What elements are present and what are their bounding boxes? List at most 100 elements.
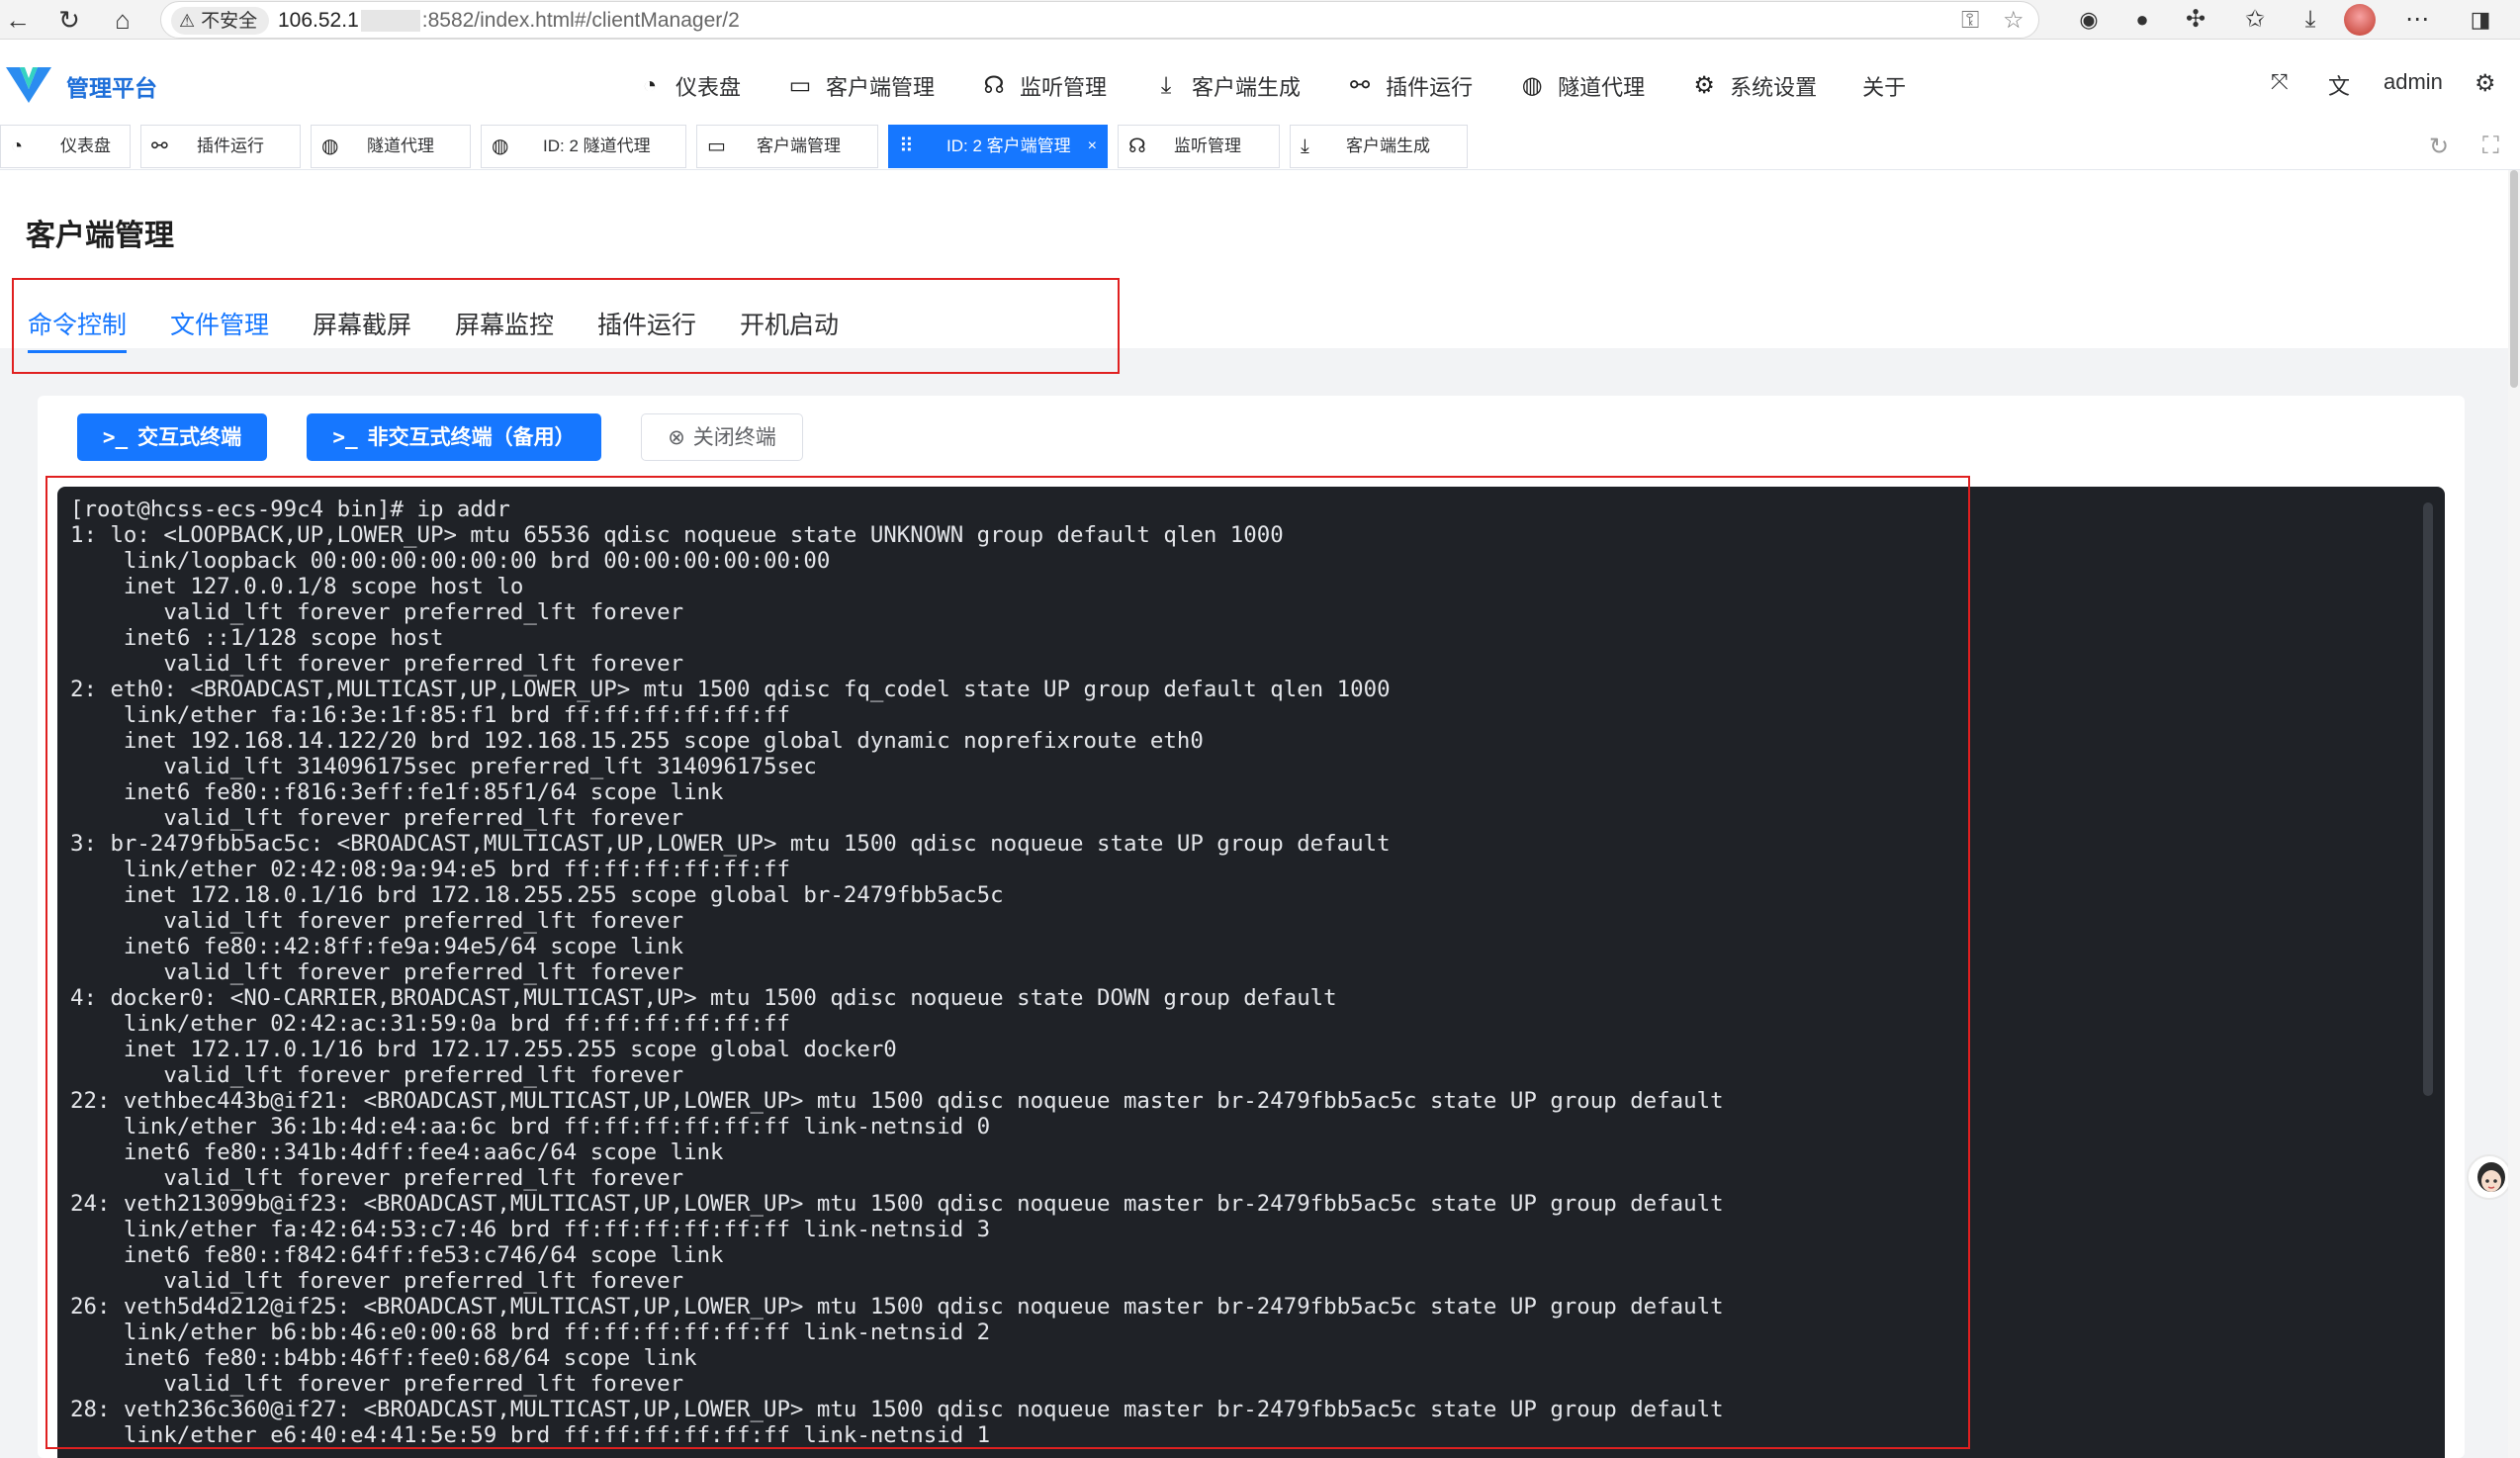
terminal-line: [root@hcss-ecs-99c4 bin]# ip addr: [70, 497, 510, 522]
profile-extension-icon[interactable]: ◉: [2073, 4, 2105, 36]
client-subtabs: 命令控制 文件管理 屏幕截屏 屏幕监控 插件运行 开机启动: [12, 278, 1120, 374]
tag-label: 插件运行: [197, 137, 264, 155]
tag-listener-manager[interactable]: ☊ 监听管理: [1118, 125, 1280, 168]
subtab-startup[interactable]: 开机启动: [740, 306, 839, 341]
translate-icon[interactable]: 文: [2328, 69, 2350, 101]
terminal-line: link/ether 02:42:ac:31:59:0a brd ff:ff:f…: [70, 1011, 790, 1037]
gear-icon: ⚙: [1693, 72, 1715, 99]
assistant-avatar[interactable]: [2467, 1154, 2512, 1200]
tag-label: 客户端生成: [1346, 137, 1430, 155]
terminal-line: valid_lft forever preferred_lft forever: [70, 599, 684, 625]
profile-avatar[interactable]: [2344, 4, 2376, 36]
terminal-line: valid_lft forever preferred_lft forever: [70, 908, 684, 934]
page-title: 客户端管理: [26, 220, 174, 252]
subtab-plugin-run[interactable]: 插件运行: [597, 306, 696, 341]
refresh-icon[interactable]: ↻: [2429, 133, 2449, 161]
monitor-icon: ▭: [707, 136, 726, 157]
url-redaction: [360, 10, 420, 33]
security-badge[interactable]: ⚠ 不安全: [171, 7, 270, 35]
tag-tunnel-proxy-id2[interactable]: ◍ ID: 2 隧道代理: [481, 125, 686, 168]
interactive-terminal-button[interactable]: >_ 交互式终端: [77, 413, 267, 461]
subtab-command-control[interactable]: 命令控制: [28, 306, 128, 353]
close-terminal-button[interactable]: ⊗ 关闭终端: [641, 413, 803, 461]
logo-icon: [6, 67, 51, 103]
nav-about[interactable]: 关于: [1862, 40, 1906, 132]
terminal-line: inet 172.18.0.1/16 brd 172.18.255.255 sc…: [70, 882, 1004, 908]
terminal-line: valid_lft forever preferred_lft forever: [70, 1062, 684, 1088]
tag-client-generate[interactable]: ⤓ 客户端生成: [1290, 125, 1468, 168]
home-icon[interactable]: ⌂: [107, 4, 138, 36]
user-name[interactable]: admin: [2384, 69, 2443, 95]
extension-icon[interactable]: ●: [2126, 4, 2158, 36]
grip-icon: ⠿: [899, 136, 914, 157]
more-icon[interactable]: ⋯: [2401, 4, 2433, 36]
terminal-line: link/ether 02:42:08:9a:94:e5 brd ff:ff:f…: [70, 857, 790, 882]
address-bar[interactable]: ⚠ 不安全 106.52.1:8582/index.html#/clientMan…: [160, 1, 2039, 39]
app-title: 管理平台: [66, 75, 157, 101]
tag-client-manager[interactable]: ▭ 客户端管理: [696, 125, 878, 168]
downloads-icon[interactable]: ⤓: [2295, 4, 2326, 36]
terminal-line: link/ether e6:40:e4:41:5e:59 brd ff:ff:f…: [70, 1422, 991, 1448]
terminal-line: inet6 fe80::f816:3eff:fe1f:85f1/64 scope…: [70, 779, 724, 805]
globe-icon: ◍: [492, 136, 509, 157]
nav-label: 关于: [1862, 74, 1907, 100]
tag-label: 隧道代理: [367, 137, 434, 155]
tag-plugin-run[interactable]: ⚯ 插件运行: [140, 125, 301, 168]
tag-label: 仪表盘: [60, 137, 111, 155]
subtab-screen-monitor[interactable]: 屏幕监控: [455, 306, 554, 341]
maximize-icon[interactable]: ⛶: [2482, 133, 2499, 160]
nav-tunnel-proxy[interactable]: ◍ 隧道代理: [1518, 40, 1646, 132]
terminal-line: valid_lft forever preferred_lft forever: [70, 651, 684, 677]
puzzle-icon[interactable]: ✣: [2180, 4, 2211, 36]
reload-icon[interactable]: ↻: [53, 4, 85, 36]
nav-listener-manager[interactable]: ☊ 监听管理: [980, 40, 1107, 132]
terminal-line: valid_lft forever preferred_lft forever: [70, 1165, 684, 1191]
terminal-text: [root@hcss-ecs-99c4 bin]# ip addr 1: lo: …: [70, 497, 1724, 1448]
nav-label: 插件运行: [1386, 74, 1474, 100]
url-text[interactable]: 106.52.1:8582/index.html#/clientManager/…: [278, 2, 740, 40]
tag-client-manager-id2[interactable]: ⠿ ID: 2 客户端管理 ×: [888, 125, 1108, 168]
nav-dashboard[interactable]: ◔ 仪表盘: [636, 40, 741, 132]
non-interactive-terminal-button[interactable]: >_ 非交互式终端（备用）: [307, 413, 601, 461]
close-tag-icon[interactable]: ×: [1088, 126, 1097, 167]
back-icon[interactable]: ←: [2, 4, 34, 36]
favorites-icon[interactable]: ✩: [2239, 4, 2271, 36]
page-scrollbar-thumb[interactable]: [2510, 170, 2518, 388]
terminal-line: valid_lft 314096175sec preferred_lft 314…: [70, 754, 817, 779]
globe-icon: ◍: [321, 136, 339, 157]
nav-client-manager[interactable]: ▭ 客户端管理: [786, 40, 935, 132]
fullscreen-icon[interactable]: ⤧: [2271, 69, 2289, 95]
tag-label: 监听管理: [1174, 137, 1241, 155]
terminal-line: link/loopback 00:00:00:00:00:00 brd 00:0…: [70, 548, 831, 574]
key-icon[interactable]: ⚿: [1961, 6, 1979, 36]
globe-icon: ◍: [1521, 72, 1543, 99]
security-label: 不安全: [201, 11, 258, 32]
headphones-icon: ☊: [1128, 136, 1146, 157]
star-icon[interactable]: ☆: [2003, 6, 2025, 36]
terminal-output[interactable]: [root@hcss-ecs-99c4 bin]# ip addr 1: lo: …: [57, 487, 2445, 1458]
tag-dashboard[interactable]: ◔ 仪表盘: [0, 125, 131, 168]
terminal-line: inet 192.168.14.122/20 brd 192.168.15.25…: [70, 728, 1204, 754]
terminal-line: 22: vethbec443b@if21: <BROADCAST,MULTICA…: [70, 1088, 1724, 1114]
subtab-file-manager[interactable]: 文件管理: [170, 306, 269, 341]
monitor-icon: ▭: [788, 72, 812, 99]
subtab-screenshot[interactable]: 屏幕截屏: [313, 306, 411, 341]
terminal-line: link/ether fa:42:64:53:c7:46 brd ff:ff:f…: [70, 1217, 991, 1242]
page-scrollbar[interactable]: [2508, 170, 2520, 1458]
sidebar-icon[interactable]: ◨: [2465, 4, 2496, 36]
button-label: 交互式终端: [137, 426, 242, 449]
terminal-line: inet 127.0.0.1/8 scope host lo: [70, 574, 524, 599]
nav-plugin-run[interactable]: ⚯ 插件运行: [1346, 40, 1473, 132]
button-label: 非交互式终端（备用）: [367, 426, 576, 449]
button-label: 关闭终端: [692, 426, 776, 449]
nav-system-settings[interactable]: ⚙ 系统设置: [1690, 40, 1817, 132]
nav-client-generate[interactable]: ⤓ 客户端生成: [1152, 40, 1301, 132]
tag-tunnel-proxy[interactable]: ◍ 隧道代理: [311, 125, 471, 168]
settings-icon[interactable]: ⚙: [2475, 69, 2496, 98]
terminal-line: link/ether 36:1b:4d:e4:aa:6c brd ff:ff:f…: [70, 1114, 991, 1139]
nav-label: 隧道代理: [1558, 74, 1646, 100]
headphones-icon: ☊: [983, 72, 1005, 99]
nav-label: 客户端生成: [1192, 74, 1302, 100]
terminal-scrollbar[interactable]: [2423, 502, 2433, 1096]
terminal-line: link/ether b6:bb:46:e0:00:68 brd ff:ff:f…: [70, 1320, 991, 1345]
